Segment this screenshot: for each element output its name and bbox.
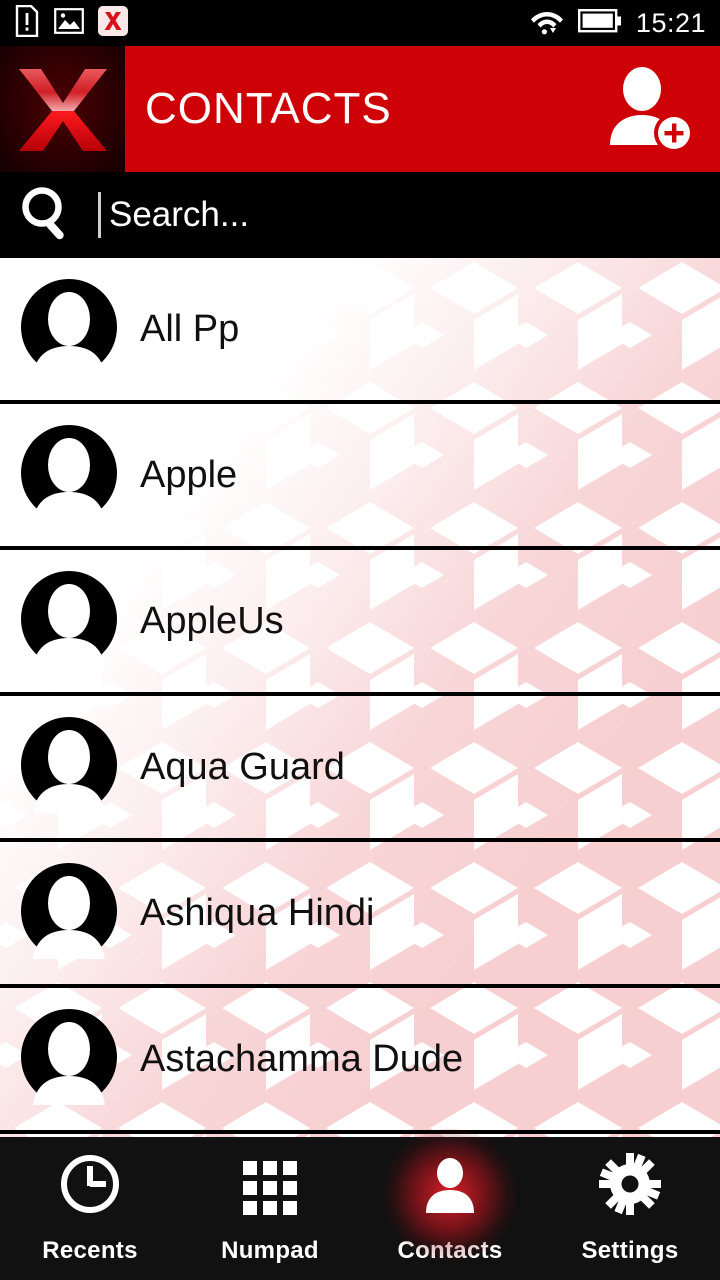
- person-icon: [384, 1128, 516, 1261]
- add-contact-icon[interactable]: [602, 63, 694, 155]
- contact-avatar: [20, 278, 118, 381]
- contact-name: Aqua Guard: [140, 745, 345, 788]
- wifi-icon: [530, 6, 564, 41]
- list-item[interactable]: Apple: [0, 404, 720, 550]
- search-bar[interactable]: Search...: [0, 172, 720, 258]
- contact-name: Ashiqua Hindi: [140, 891, 375, 934]
- app-header: CONTACTS: [0, 46, 720, 172]
- status-bar-left-icons: [0, 4, 128, 42]
- contact-name: All Pp: [140, 307, 240, 350]
- battery-full-icon: [577, 8, 622, 39]
- app-logo-x: [0, 46, 125, 172]
- image-icon: [54, 7, 84, 39]
- nav-label-numpad: Numpad: [221, 1236, 319, 1264]
- nav-tab-contacts[interactable]: Contacts: [360, 1128, 540, 1280]
- nav-label-settings: Settings: [581, 1236, 679, 1264]
- nav-tab-numpad[interactable]: Numpad: [180, 1137, 360, 1280]
- contact-avatar: [20, 570, 118, 673]
- status-bar: 15:21: [0, 0, 720, 46]
- phone-screen: 15:21 CONTACTS Search... All Pp Apple Ap…: [0, 0, 720, 1280]
- contact-avatar: [20, 862, 118, 965]
- contact-avatar: [20, 424, 118, 527]
- contact-avatar: [20, 1008, 118, 1111]
- gear-icon: [599, 1152, 661, 1215]
- list-item[interactable]: All Pp: [0, 258, 720, 404]
- search-placeholder: Search...: [109, 195, 250, 234]
- list-item[interactable]: AppleUs: [0, 550, 720, 696]
- status-bar-right-icons: 15:21: [530, 6, 720, 41]
- clock-icon: [59, 1153, 121, 1215]
- nav-label-recents: Recents: [42, 1236, 138, 1264]
- list-item[interactable]: Ashiqua Hindi: [0, 842, 720, 988]
- contact-name: Astachamma Dude: [140, 1037, 464, 1080]
- status-bar-clock: 15:21: [635, 7, 706, 38]
- grid-keypad-icon: [239, 1153, 301, 1215]
- page-title: CONTACTS: [145, 84, 392, 133]
- contact-name: Apple: [140, 453, 238, 496]
- bottom-navigation-bar: Recents Numpad Settings: [0, 1128, 720, 1280]
- list-item[interactable]: Astachamma Dude: [0, 988, 720, 1134]
- contacts-list[interactable]: All Pp Apple AppleUs Aqua Guard Ashiqua …: [0, 258, 720, 1137]
- nav-tab-settings[interactable]: Settings: [540, 1137, 720, 1280]
- app-x-icon: [98, 5, 128, 42]
- search-icon: [18, 184, 76, 247]
- alert-document-icon: [14, 4, 40, 42]
- nav-tab-recents[interactable]: Recents: [0, 1137, 180, 1280]
- search-input[interactable]: Search...: [98, 192, 249, 238]
- contact-name: AppleUs: [140, 599, 284, 642]
- contact-avatar: [20, 716, 118, 819]
- list-item[interactable]: Aqua Guard: [0, 696, 720, 842]
